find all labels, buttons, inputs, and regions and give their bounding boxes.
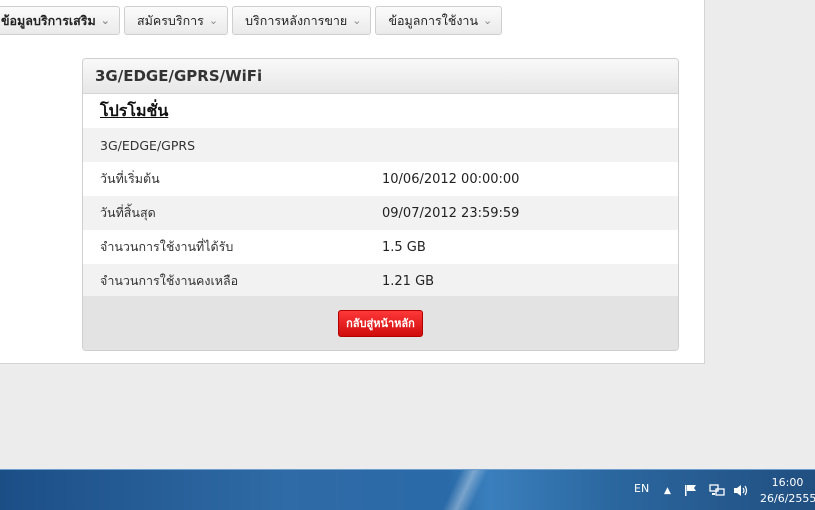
- volume-icon[interactable]: [733, 484, 749, 499]
- quota-received-row: จำนวนการใช้งานที่ได้รับ 1.5 GB: [83, 230, 678, 264]
- nav-label: บริการหลังการขาย: [245, 12, 348, 28]
- row-value: 09/07/2012 23:59:59: [382, 205, 520, 221]
- web-page: ข้อมูลบริการเสริม ⌄ สมัครบริการ ⌄ บริการ…: [0, 0, 705, 364]
- nav-usage-info[interactable]: ข้อมูลการใช้งาน ⌄: [375, 6, 503, 35]
- promotion-heading: โปรโมชั่น: [100, 100, 169, 120]
- back-to-home-button[interactable]: กลับสู่หน้าหลัก: [338, 309, 423, 337]
- row-label: วันที่สิ้นสุด: [100, 205, 156, 220]
- main-nav: ข้อมูลบริการเสริม ⌄ สมัครบริการ ⌄ บริการ…: [0, 6, 503, 35]
- double-chevron-down-icon: ⌄: [208, 14, 218, 27]
- show-hidden-icons-icon[interactable]: ▲: [664, 487, 671, 496]
- network-icon[interactable]: [709, 484, 725, 499]
- double-chevron-down-icon: ⌄: [483, 14, 492, 27]
- language-indicator[interactable]: EN: [634, 482, 649, 495]
- clock-time: 16:00: [771, 476, 804, 489]
- row-value: 1.21 GB: [382, 273, 435, 289]
- start-date-row: วันที่เริ่มต้น 10/06/2012 00:00:00: [83, 162, 678, 196]
- nav-value-added-info[interactable]: ข้อมูลบริการเสริม ⌄: [0, 6, 120, 35]
- quota-remaining-row: จำนวนการใช้งานคงเหลือ 1.21 GB: [83, 264, 678, 298]
- nav-label: สมัครบริการ: [136, 12, 204, 28]
- row-label: วันที่เริ่มต้น: [100, 171, 160, 186]
- panel-footer: กลับสู่หน้าหลัก: [83, 296, 678, 350]
- nav-subscribe[interactable]: สมัครบริการ ⌄: [123, 6, 229, 35]
- row-label: จำนวนการใช้งานคงเหลือ: [100, 273, 239, 288]
- row-value: 1.5 GB: [382, 239, 426, 255]
- service-name-row: 3G/EDGE/GPRS: [83, 128, 678, 162]
- panel-title: 3G/EDGE/GPRS/WiFi: [83, 59, 678, 94]
- windows-taskbar: EN ▲ 16:00 26/6/2555: [0, 469, 815, 510]
- nav-after-sales[interactable]: บริการหลังการขาย ⌄: [232, 6, 372, 35]
- row-value: 10/06/2012 00:00:00: [382, 171, 520, 187]
- nav-label: ข้อมูลการใช้งาน: [388, 12, 478, 28]
- service-name: 3G/EDGE/GPRS: [100, 137, 196, 153]
- double-chevron-down-icon: ⌄: [352, 14, 361, 27]
- system-clock[interactable]: 16:00 26/6/2555: [760, 475, 815, 507]
- taskbar-glare: [440, 470, 490, 510]
- clock-date: 26/6/2555: [760, 492, 815, 505]
- end-date-row: วันที่สิ้นสุด 09/07/2012 23:59:59: [83, 196, 678, 230]
- row-label: จำนวนการใช้งานที่ได้รับ: [100, 239, 234, 254]
- double-chevron-down-icon: ⌄: [100, 14, 110, 27]
- nav-label: ข้อมูลบริการเสริม: [1, 12, 96, 28]
- action-center-flag-icon[interactable]: [684, 484, 698, 499]
- usage-panel: 3G/EDGE/GPRS/WiFi โปรโมชั่น 3G/EDGE/GPRS…: [82, 58, 679, 351]
